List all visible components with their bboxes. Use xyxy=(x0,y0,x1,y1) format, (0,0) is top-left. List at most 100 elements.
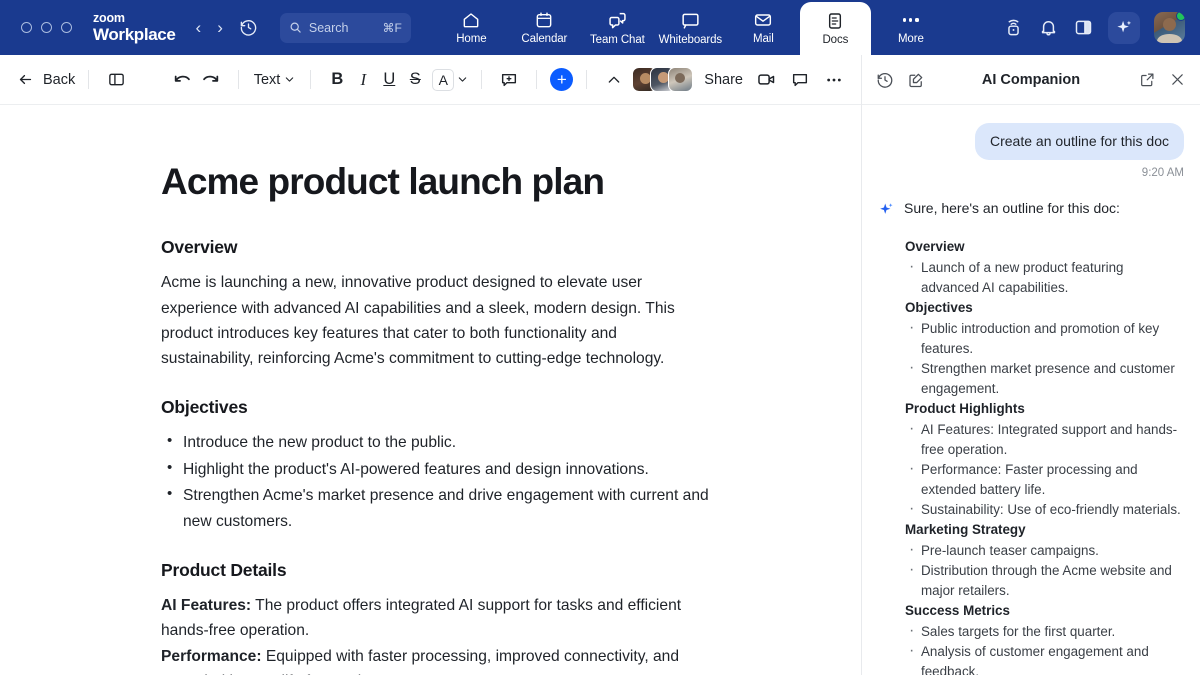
collaborator-avatar[interactable] xyxy=(668,67,694,92)
toolbar-more-button[interactable] xyxy=(820,66,848,94)
avatar-body xyxy=(1157,34,1182,43)
chevron-down-icon xyxy=(459,77,467,82)
outline-item: Launch of a new product featuring advanc… xyxy=(905,255,1184,298)
toolbar-divider xyxy=(310,70,312,89)
home-icon xyxy=(463,13,479,28)
tab-home[interactable]: Home xyxy=(435,0,508,55)
outline-list: Pre-launch teaser campaigns. Distributio… xyxy=(905,538,1184,601)
close-icon[interactable] xyxy=(1169,71,1186,88)
comment-plus-icon[interactable] xyxy=(495,66,523,94)
text-style-dropdown[interactable]: Text xyxy=(252,72,298,88)
section-heading-objectives: Objectives xyxy=(161,397,248,418)
ai-sparkle-icon xyxy=(878,199,895,223)
tab-calendar[interactable]: Calendar xyxy=(508,0,581,55)
text-color-label: A xyxy=(432,68,455,91)
definition-performance[interactable]: Performance: Equipped with faster proces… xyxy=(161,644,716,675)
comment-icon[interactable] xyxy=(786,66,814,94)
ellipsis-icon xyxy=(827,78,841,81)
document-canvas[interactable]: Acme product launch plan Overview Acme i… xyxy=(0,105,861,675)
toolbar-divider xyxy=(237,70,239,89)
share-button[interactable]: Share xyxy=(704,72,743,88)
outline-heading: Marketing Strategy xyxy=(905,522,1026,538)
definition-ai-features[interactable]: AI Features: The product offers integrat… xyxy=(161,593,716,644)
compose-icon[interactable] xyxy=(907,71,925,89)
user-message-bubble[interactable]: Create an outline for this doc xyxy=(975,123,1184,160)
navigation-controls: ‹ › xyxy=(196,18,258,37)
nav-back-button[interactable]: ‹ xyxy=(196,19,202,36)
back-button[interactable]: Back xyxy=(17,71,75,88)
sidebar-panel-icon[interactable] xyxy=(102,66,130,94)
undo-icon xyxy=(175,75,191,82)
toolbar-divider xyxy=(536,70,538,89)
cast-icon[interactable] xyxy=(1003,17,1024,38)
document-toolbar: Back Text B I U S A + Share xyxy=(0,55,862,105)
tab-label: Calendar xyxy=(521,33,568,45)
italic-button[interactable]: I xyxy=(350,71,376,88)
envelope-icon xyxy=(755,14,772,26)
search-input[interactable]: Search ⌘F xyxy=(279,12,411,43)
toolbar-divider xyxy=(586,70,588,89)
user-message-row: Create an outline for this doc xyxy=(878,123,1184,160)
ai-panel-header: AI Companion xyxy=(862,55,1200,105)
video-camera-icon[interactable] xyxy=(752,66,780,94)
ai-header-right-actions xyxy=(1139,71,1186,88)
definition-term: AI Features: xyxy=(161,597,252,615)
whiteboard-icon xyxy=(682,13,699,29)
outline-heading: Success Metrics xyxy=(905,603,1010,619)
underline-button[interactable]: U xyxy=(376,71,402,88)
insert-button[interactable]: + xyxy=(550,68,574,91)
tab-label: Team Chat xyxy=(590,33,645,46)
assistant-message-row: Sure, here's an outline for this doc: xyxy=(878,199,1184,223)
tab-docs[interactable]: Docs xyxy=(799,2,871,55)
open-external-icon[interactable] xyxy=(1139,71,1156,88)
tab-mail[interactable]: Mail xyxy=(727,0,800,55)
text-color-dropdown[interactable]: A xyxy=(432,68,468,91)
zoom-workplace-logo: zoom Workplace xyxy=(93,12,176,43)
redo-button[interactable] xyxy=(197,66,225,94)
page-title[interactable]: Acme product launch plan xyxy=(161,161,720,202)
collaborator-avatars[interactable] xyxy=(632,67,694,92)
status-badge xyxy=(1176,12,1185,21)
arrow-left-icon xyxy=(19,74,32,85)
outline-item: Performance: Faster processing and exten… xyxy=(905,457,1184,500)
bold-button[interactable]: B xyxy=(324,71,350,88)
nav-forward-button[interactable]: › xyxy=(217,19,223,36)
list-item[interactable]: Strengthen Acme's market presence and dr… xyxy=(161,482,720,534)
tab-label: Docs xyxy=(822,34,849,46)
message-timestamp: 9:20 AM xyxy=(1141,166,1184,179)
user-avatar[interactable] xyxy=(1154,12,1185,43)
search-shortcut: ⌘F xyxy=(382,20,402,35)
history-icon[interactable] xyxy=(876,71,894,89)
maximize-window-button[interactable] xyxy=(61,22,72,33)
outline-item: Distribution through the Acme website an… xyxy=(905,558,1184,601)
chevron-up-icon[interactable] xyxy=(600,66,628,94)
list-item[interactable]: Highlight the product's AI-powered featu… xyxy=(161,456,720,482)
undo-button[interactable] xyxy=(169,66,197,94)
list-item[interactable]: Introduce the new product to the public. xyxy=(161,429,720,455)
bell-icon[interactable] xyxy=(1038,17,1059,38)
ellipsis-icon xyxy=(903,10,919,30)
tab-team-chat[interactable]: Team Chat xyxy=(581,0,654,55)
tab-whiteboards[interactable]: Whiteboards xyxy=(654,0,727,55)
avatar-face xyxy=(1163,18,1176,31)
ai-header-left-actions xyxy=(876,71,925,89)
assistant-intro-text: Sure, here's an outline for this doc: xyxy=(904,199,1120,216)
ai-companion-panel: AI Companion Create an outline for this xyxy=(862,55,1200,675)
minimize-window-button[interactable] xyxy=(41,22,52,33)
history-icon[interactable] xyxy=(239,18,258,37)
zoom-workplace-window: zoom Workplace ‹ › Search ⌘F Home Calend… xyxy=(0,0,1200,675)
close-window-button[interactable] xyxy=(21,22,32,33)
brand-zoom-text: zoom xyxy=(93,10,125,25)
outline-item: Sales targets for the first quarter. xyxy=(905,619,1184,643)
strikethrough-button[interactable]: S xyxy=(402,71,428,88)
panel-toggle-icon[interactable] xyxy=(1073,17,1094,38)
calendar-icon xyxy=(536,12,552,28)
tab-more[interactable]: More xyxy=(876,0,946,55)
section-paragraph-overview[interactable]: Acme is launching a new, innovative prod… xyxy=(161,270,706,371)
chat-bubbles-icon xyxy=(609,12,626,28)
outline-list: Launch of a new product featuring advanc… xyxy=(905,255,1184,298)
outline-item: Analysis of customer engagement and feed… xyxy=(905,639,1184,675)
outline-heading: Objectives xyxy=(905,299,973,315)
ai-companion-button[interactable] xyxy=(1108,11,1140,44)
back-label: Back xyxy=(43,71,76,88)
